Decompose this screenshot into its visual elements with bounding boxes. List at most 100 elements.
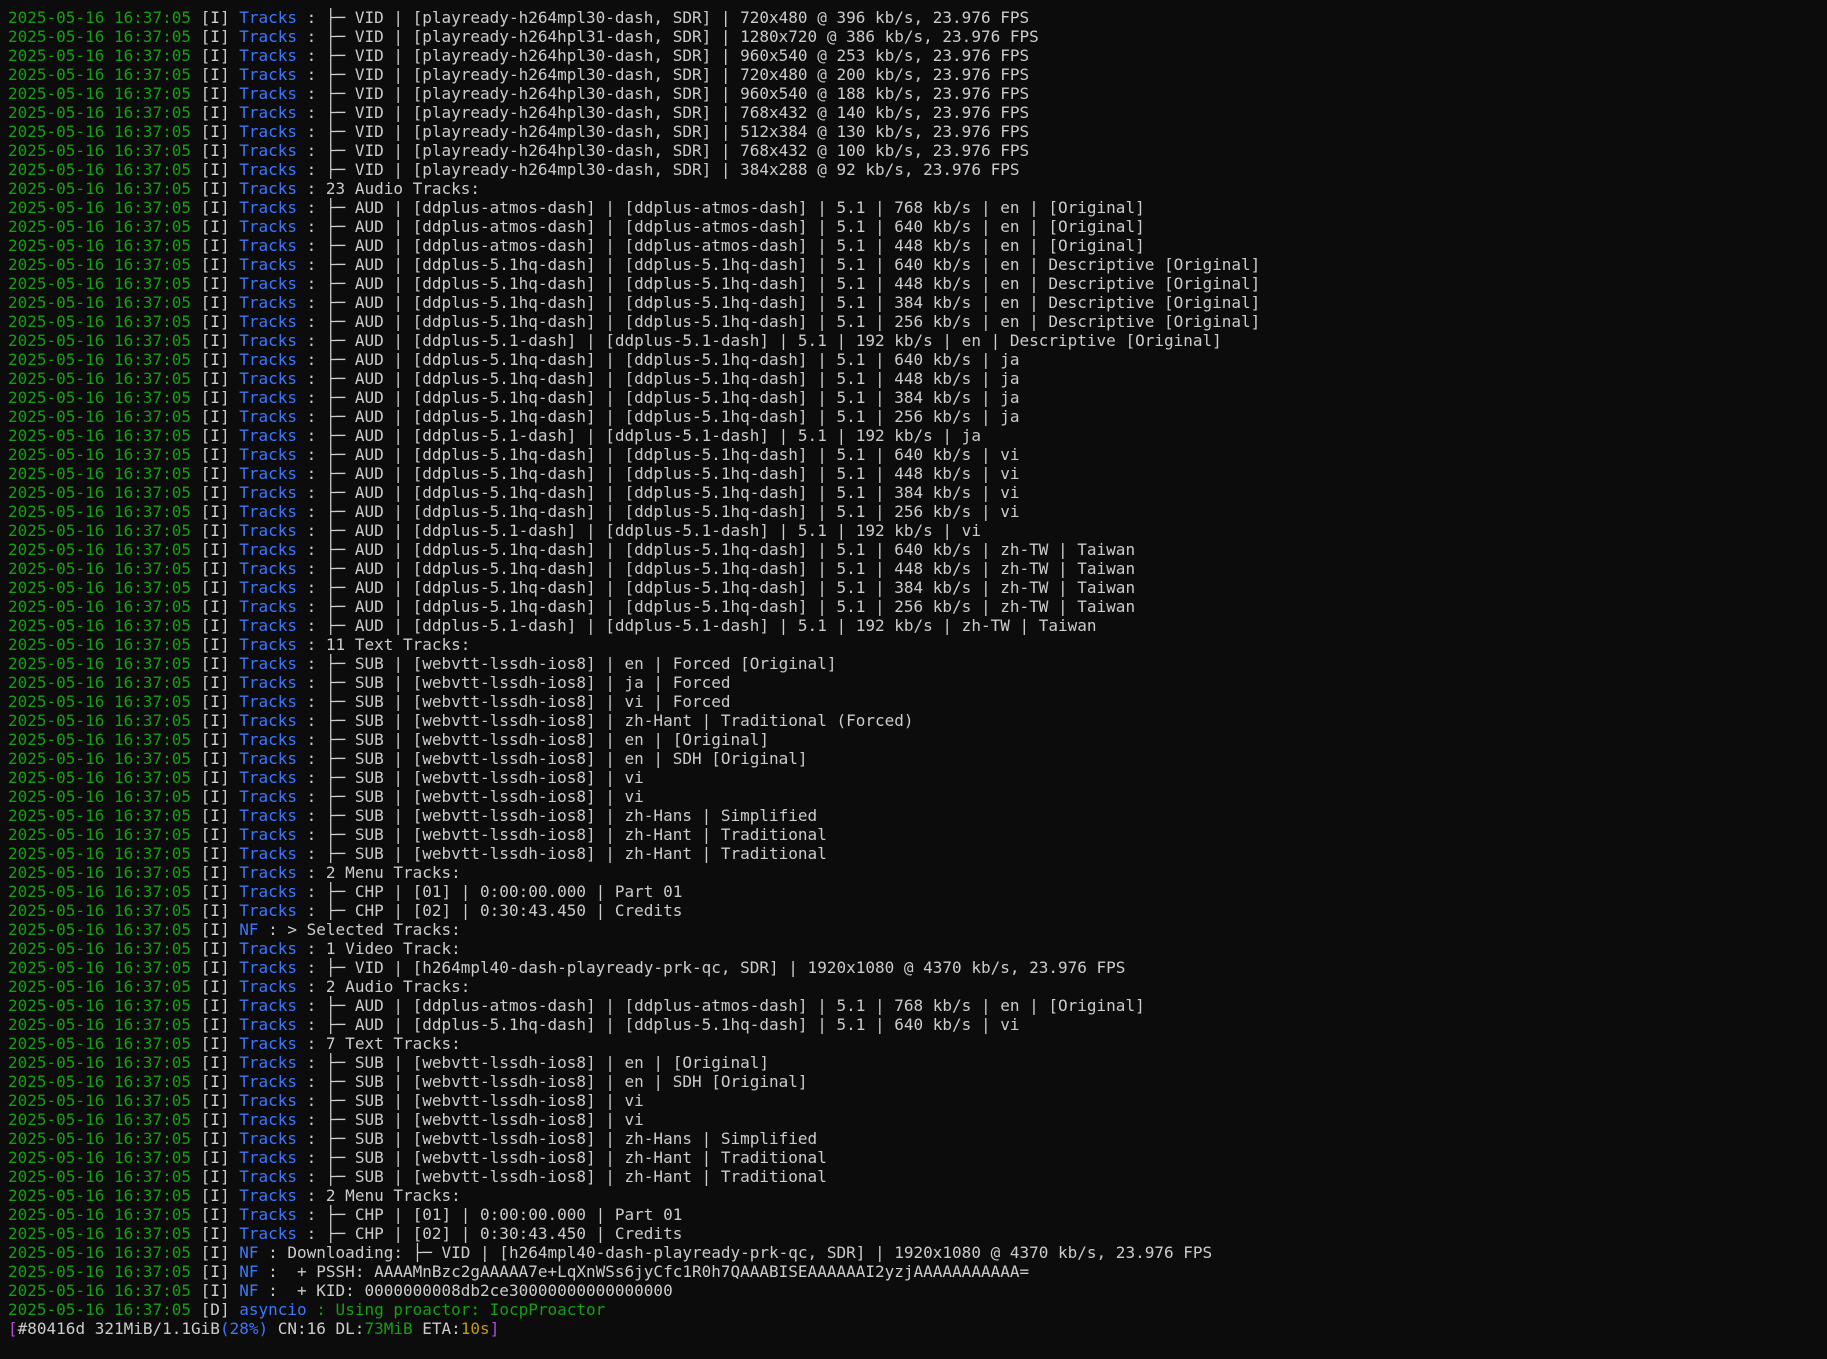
log-timestamp: 2025-05-16 16:37:05 xyxy=(8,806,192,825)
log-level: [I] xyxy=(200,179,230,198)
log-timestamp: 2025-05-16 16:37:05 xyxy=(8,388,192,407)
log-message: : ├─ SUB | [webvtt-lssdh-ios8] | en | [O… xyxy=(297,1053,770,1072)
log-source: Tracks xyxy=(239,1224,298,1243)
terminal-output: 2025-05-16 16:37:05 [I] Tracks : ├─ VID … xyxy=(0,0,1827,1319)
log-message: : ├─ AUD | [ddplus-5.1hq-dash] | [ddplus… xyxy=(297,559,1136,578)
log-line: 2025-05-16 16:37:05 [I] Tracks : ├─ SUB … xyxy=(8,844,1827,863)
log-line: 2025-05-16 16:37:05 [I] Tracks : ├─ SUB … xyxy=(8,749,1827,768)
log-level: [I] xyxy=(200,635,230,654)
log-level: [I] xyxy=(200,103,230,122)
log-message: : ├─ SUB | [webvtt-lssdh-ios8] | en | SD… xyxy=(297,749,808,768)
log-line: 2025-05-16 16:37:05 [I] Tracks : ├─ AUD … xyxy=(8,236,1827,255)
log-timestamp: 2025-05-16 16:37:05 xyxy=(8,1167,192,1186)
log-source: Tracks xyxy=(239,958,298,977)
log-message: : 2 Menu Tracks: xyxy=(297,1186,461,1205)
log-timestamp: 2025-05-16 16:37:05 xyxy=(8,84,192,103)
log-message: : ├─ AUD | [ddplus-5.1hq-dash] | [ddplus… xyxy=(297,483,1020,502)
log-source: Tracks xyxy=(239,1129,298,1148)
log-message: : ├─ AUD | [ddplus-5.1-dash] | [ddplus-5… xyxy=(297,521,981,540)
log-level: [I] xyxy=(200,369,230,388)
log-timestamp: 2025-05-16 16:37:05 xyxy=(8,825,192,844)
progress-eta-label: ETA: xyxy=(412,1319,461,1338)
log-level: [I] xyxy=(200,1224,230,1243)
log-level: [I] xyxy=(200,673,230,692)
terminal-window[interactable]: { "colors": { "background": "#0c0c0c", "… xyxy=(0,0,1827,1359)
log-line: 2025-05-16 16:37:05 [I] Tracks : ├─ AUD … xyxy=(8,331,1827,350)
log-message: : ├─ VID | [playready-h264hpl30-dash, SD… xyxy=(297,84,1030,103)
log-level: [I] xyxy=(200,1091,230,1110)
log-level: [I] xyxy=(200,787,230,806)
log-line: 2025-05-16 16:37:05 [I] Tracks : ├─ VID … xyxy=(8,141,1827,160)
log-level: [I] xyxy=(200,312,230,331)
log-source: Tracks xyxy=(239,331,298,350)
log-message: : ├─ AUD | [ddplus-atmos-dash] | [ddplus… xyxy=(297,198,1145,217)
log-level: [I] xyxy=(200,141,230,160)
log-source: Tracks xyxy=(239,1034,298,1053)
log-level: [I] xyxy=(200,483,230,502)
log-level: [I] xyxy=(200,84,230,103)
log-message: : ├─ AUD | [ddplus-5.1hq-dash] | [ddplus… xyxy=(297,407,1020,426)
log-line: 2025-05-16 16:37:05 [I] Tracks : ├─ SUB … xyxy=(8,1053,1827,1072)
log-source: Tracks xyxy=(239,350,298,369)
log-timestamp: 2025-05-16 16:37:05 xyxy=(8,483,192,502)
log-line: 2025-05-16 16:37:05 [I] Tracks : ├─ VID … xyxy=(8,122,1827,141)
log-level: [I] xyxy=(200,958,230,977)
log-level: [I] xyxy=(200,1110,230,1129)
log-source: Tracks xyxy=(239,749,298,768)
log-level: [D] xyxy=(200,1300,230,1319)
log-timestamp: 2025-05-16 16:37:05 xyxy=(8,217,192,236)
log-message: : ├─ VID | [playready-h264mpl30-dash, SD… xyxy=(297,122,1030,141)
log-level: [I] xyxy=(200,768,230,787)
log-timestamp: 2025-05-16 16:37:05 xyxy=(8,863,192,882)
log-message: : 1 Video Track: xyxy=(297,939,461,958)
log-line: 2025-05-16 16:37:05 [I] NF : + PSSH: AAA… xyxy=(8,1262,1827,1281)
log-timestamp: 2025-05-16 16:37:05 xyxy=(8,673,192,692)
log-message: : ├─ AUD | [ddplus-5.1hq-dash] | [ddplus… xyxy=(297,255,1261,274)
log-timestamp: 2025-05-16 16:37:05 xyxy=(8,635,192,654)
log-timestamp: 2025-05-16 16:37:05 xyxy=(8,293,192,312)
log-source: Tracks xyxy=(239,597,298,616)
log-source: Tracks xyxy=(239,274,298,293)
log-level: [I] xyxy=(200,692,230,711)
log-message: : 7 Text Tracks: xyxy=(297,1034,461,1053)
log-line: 2025-05-16 16:37:05 [I] Tracks : ├─ AUD … xyxy=(8,464,1827,483)
log-message: : ├─ AUD | [ddplus-5.1hq-dash] | [ddplus… xyxy=(297,464,1020,483)
log-source: Tracks xyxy=(239,1110,298,1129)
log-line: 2025-05-16 16:37:05 [I] Tracks : ├─ AUD … xyxy=(8,312,1827,331)
log-source: Tracks xyxy=(239,939,298,958)
log-level: [I] xyxy=(200,654,230,673)
log-level: [I] xyxy=(200,730,230,749)
log-timestamp: 2025-05-16 16:37:05 xyxy=(8,559,192,578)
log-timestamp: 2025-05-16 16:37:05 xyxy=(8,616,192,635)
progress-size: 321MiB/1.1GiB xyxy=(85,1319,220,1338)
log-line: 2025-05-16 16:37:05 [I] Tracks : ├─ AUD … xyxy=(8,445,1827,464)
log-source: Tracks xyxy=(239,673,298,692)
log-timestamp: 2025-05-16 16:37:05 xyxy=(8,939,192,958)
log-source: Tracks xyxy=(239,426,298,445)
log-level: [I] xyxy=(200,825,230,844)
log-line: 2025-05-16 16:37:05 [I] NF : Downloading… xyxy=(8,1243,1827,1262)
log-message: : ├─ AUD | [ddplus-5.1hq-dash] | [ddplus… xyxy=(297,578,1136,597)
log-level: [I] xyxy=(200,939,230,958)
log-message: : 23 Audio Tracks: xyxy=(297,179,481,198)
log-level: [I] xyxy=(200,464,230,483)
log-message: : ├─ VID | [playready-h264hpl30-dash, SD… xyxy=(297,103,1030,122)
log-timestamp: 2025-05-16 16:37:05 xyxy=(8,1300,192,1319)
log-source: Tracks xyxy=(239,559,298,578)
log-source: Tracks xyxy=(239,293,298,312)
log-source: Tracks xyxy=(239,445,298,464)
log-line: 2025-05-16 16:37:05 [I] Tracks : ├─ AUD … xyxy=(8,369,1827,388)
log-level: [I] xyxy=(200,217,230,236)
log-message: : ├─ AUD | [ddplus-5.1hq-dash] | [ddplus… xyxy=(297,597,1136,616)
log-timestamp: 2025-05-16 16:37:05 xyxy=(8,578,192,597)
log-source: Tracks xyxy=(239,84,298,103)
log-source: Tracks xyxy=(239,825,298,844)
log-line: 2025-05-16 16:37:05 [I] Tracks : ├─ VID … xyxy=(8,8,1827,27)
log-line: 2025-05-16 16:37:05 [I] Tracks : ├─ VID … xyxy=(8,46,1827,65)
progress-task-id: #80416d xyxy=(17,1319,86,1338)
log-level: [I] xyxy=(200,540,230,559)
log-message: : ├─ SUB | [webvtt-lssdh-ios8] | vi xyxy=(297,768,644,787)
log-timestamp: 2025-05-16 16:37:05 xyxy=(8,1224,192,1243)
log-message: : ├─ SUB | [webvtt-lssdh-ios8] | vi xyxy=(297,1091,644,1110)
log-timestamp: 2025-05-16 16:37:05 xyxy=(8,160,192,179)
